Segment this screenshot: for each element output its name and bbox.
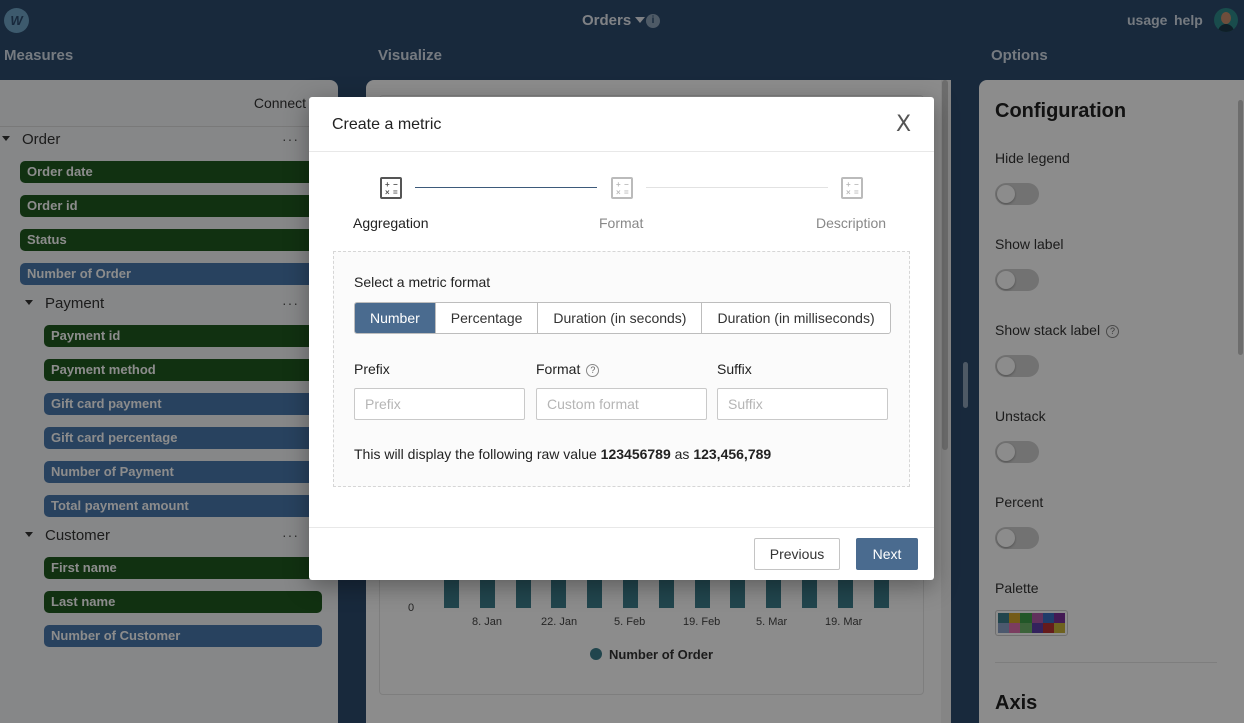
divider xyxy=(309,527,934,528)
modal-title: Create a metric xyxy=(332,116,442,133)
raw-value: 123456789 xyxy=(600,446,671,462)
create-metric-modal: Create a metric X + − × = + − × = + − × = Aggrega… xyxy=(309,97,934,580)
custom-format-input[interactable] xyxy=(536,388,707,420)
format-option-duration-seconds[interactable]: Duration (in seconds) xyxy=(538,303,703,333)
step-connector xyxy=(415,187,597,188)
next-button[interactable]: Next xyxy=(856,538,918,570)
format-label: Format? xyxy=(536,361,600,377)
calculator-icon: + − × = xyxy=(380,177,402,199)
preview-as: as xyxy=(674,446,690,462)
format-option-duration-milliseconds[interactable]: Duration (in milliseconds) xyxy=(702,303,890,333)
prefix-input[interactable] xyxy=(354,388,525,420)
step-connector xyxy=(646,187,828,188)
suffix-input[interactable] xyxy=(717,388,888,420)
step-description: Description xyxy=(816,215,887,231)
format-heading: Select a metric format xyxy=(354,274,491,290)
preview-text: This will display the following raw valu… xyxy=(354,446,597,462)
formatted-value: 123,456,789 xyxy=(693,446,772,462)
format-option-percentage[interactable]: Percentage xyxy=(435,303,539,333)
suffix-label: Suffix xyxy=(717,361,752,377)
divider xyxy=(309,151,934,152)
format-preview: This will display the following raw valu… xyxy=(354,446,771,462)
step-format: Format xyxy=(599,215,644,231)
calculator-icon: + − × = xyxy=(611,177,633,199)
prefix-label: Prefix xyxy=(354,361,390,377)
format-option-number[interactable]: Number xyxy=(355,303,436,333)
format-section: Select a metric format Number Percentage… xyxy=(333,251,910,487)
previous-button[interactable]: Previous xyxy=(754,538,840,570)
step-aggregation: Aggregation xyxy=(353,215,429,231)
calculator-icon: + − × = xyxy=(841,177,863,199)
close-icon[interactable]: X xyxy=(896,114,911,136)
format-label-text: Format xyxy=(536,361,581,377)
format-selector: Number Percentage Duration (in seconds) … xyxy=(354,302,891,334)
help-icon[interactable]: ? xyxy=(586,364,600,377)
